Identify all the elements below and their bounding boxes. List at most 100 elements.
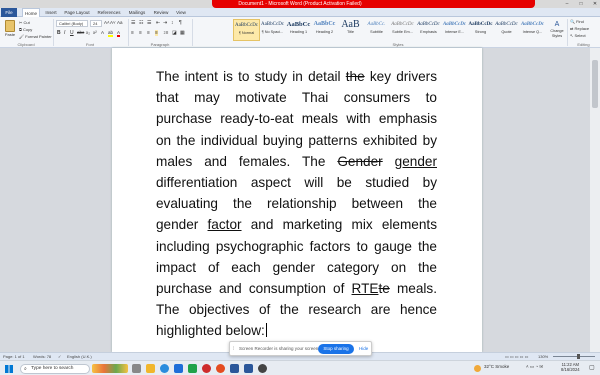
scrollbar-thumb[interactable] (592, 60, 598, 108)
deleted-text: the (345, 69, 365, 84)
maximize-icon[interactable]: □ (574, 0, 588, 8)
notification-icon[interactable]: ▢ (589, 364, 595, 371)
share-message: Screen Recorder is sharing your screen. (239, 346, 320, 351)
tab-page-layout[interactable]: Page Layout (62, 8, 92, 17)
tab-view[interactable]: View (174, 8, 188, 17)
justify-icon[interactable]: ≡ (155, 30, 158, 36)
zoom-level[interactable]: 130% (538, 354, 548, 359)
line-spacing-icon[interactable]: ↕≡ (163, 30, 168, 36)
copy-button[interactable]: ⧉ Copy (19, 27, 32, 32)
style-preview: AaBbCcDc (520, 22, 545, 27)
decrease-indent-icon[interactable]: ⇤ (156, 20, 160, 26)
clock[interactable]: 11:22 AM 8/16/2024 (561, 362, 580, 372)
underline-icon[interactable]: U (70, 30, 74, 36)
font-name-select[interactable]: Calibri (Body) (56, 20, 88, 27)
multilevel-list-icon[interactable]: ☰ (147, 20, 151, 26)
style-name: Quote (501, 30, 512, 34)
bold-icon[interactable]: B (57, 30, 61, 36)
divider (53, 19, 54, 46)
italic-icon[interactable]: I (64, 30, 65, 36)
edge-icon[interactable] (160, 364, 169, 373)
highlight-icon[interactable]: ab (108, 30, 114, 37)
minimize-icon[interactable]: – (560, 0, 574, 8)
file-explorer-icon[interactable] (146, 364, 155, 373)
style-intense-emphasis[interactable]: AaBbCcDc Intense E... (441, 19, 468, 41)
tab-home[interactable]: Home (22, 8, 40, 17)
chrome-profile-icon[interactable] (216, 364, 225, 373)
weather-text[interactable]: 32°C Smoke (484, 364, 509, 369)
windows-start-icon[interactable] (5, 365, 13, 373)
word-window-icon[interactable] (244, 364, 253, 373)
tab-review[interactable]: Review (151, 8, 171, 17)
screen-recorder-icon[interactable] (258, 364, 267, 373)
show-marks-icon[interactable]: ¶ (179, 20, 182, 26)
style-emphasis[interactable]: AaBbCcDc Emphasis (415, 19, 442, 41)
shading-icon[interactable]: ◪ (172, 30, 177, 36)
style-preview: AaBbCcDc (495, 22, 518, 27)
proofing-icon[interactable]: ✓ (58, 354, 61, 359)
increase-indent-icon[interactable]: ⇥ (163, 20, 167, 26)
style-subtitle[interactable]: AaBbCc. Subtitle (363, 19, 390, 41)
chrome-icon[interactable] (202, 364, 211, 373)
format-painter-button[interactable]: 🖌 Format Painter (19, 34, 52, 39)
whatsapp-icon[interactable] (188, 364, 197, 373)
zoom-slider-thumb[interactable] (577, 354, 580, 359)
store-icon[interactable] (174, 364, 183, 373)
find-button[interactable]: 🔍 Find (570, 19, 584, 24)
replace-button[interactable]: ⇄ Replace (570, 26, 589, 31)
paste-button[interactable]: Paste (3, 19, 17, 41)
tab-references[interactable]: References (95, 8, 123, 17)
style-preview: AaBbCcDc (391, 22, 414, 27)
numbering-icon[interactable]: ☷ (139, 20, 143, 26)
grow-font-icon[interactable]: A˄ (104, 20, 110, 25)
align-left-icon[interactable]: ≡ (131, 30, 134, 36)
word-icon[interactable] (230, 364, 239, 373)
text-effects-icon[interactable]: A (101, 30, 104, 35)
document-page[interactable]: The intent is to study in detail the key… (112, 48, 482, 352)
align-center-icon[interactable]: ≡ (139, 30, 142, 36)
style-title[interactable]: AaB Title (337, 19, 364, 41)
tab-file[interactable]: File (1, 8, 17, 17)
style-intense-quote[interactable]: AaBbCcDc Intense Q... (519, 19, 546, 41)
paste-label: Paste (4, 32, 16, 37)
style-normal[interactable]: AaBbCcDc ¶ Normal (233, 19, 260, 41)
share-grip-icon[interactable]: ⁞ (233, 346, 234, 352)
tab-insert[interactable]: Insert (43, 8, 59, 17)
close-icon[interactable]: ✕ (588, 0, 600, 8)
text-run (383, 154, 395, 169)
hide-button[interactable]: Hide (359, 346, 368, 351)
cut-button[interactable]: ✂ Cut (19, 20, 30, 25)
word-count[interactable]: Words: 78 (33, 354, 51, 359)
strikethrough-icon[interactable]: abc (77, 30, 84, 35)
bullets-icon[interactable]: ☰ (131, 20, 135, 26)
select-button[interactable]: ↖ Select (570, 33, 586, 38)
subscript-icon[interactable]: x₂ (86, 30, 90, 35)
language-indicator[interactable]: English (U.K.) (67, 354, 92, 359)
style-strong[interactable]: AaBbCcDc Strong (467, 19, 494, 41)
system-tray-icons[interactable]: ˄ ▭ ◔ ✉ (526, 364, 543, 370)
align-right-icon[interactable]: ≡ (147, 30, 150, 36)
style-name: ¶ No Spaci... (261, 30, 284, 34)
clear-format-icon[interactable]: Aa (117, 20, 123, 25)
style-no-spacing[interactable]: AaBbCcDc ¶ No Spaci... (259, 19, 286, 41)
style-preview: AaB (341, 19, 360, 30)
tab-mailings[interactable]: Mailings (126, 8, 148, 17)
style-heading-1[interactable]: AaBbCc Heading 1 (285, 19, 312, 41)
change-styles-button[interactable]: A Change Styles (548, 20, 566, 40)
shrink-font-icon[interactable]: A˅ (110, 20, 116, 25)
task-view-icon[interactable] (132, 364, 141, 373)
zoom-slider[interactable] (553, 356, 595, 357)
superscript-icon[interactable]: x² (93, 30, 97, 35)
stop-sharing-button[interactable]: Stop sharing (318, 344, 354, 354)
sort-icon[interactable]: ↕ (171, 20, 174, 26)
font-size-select[interactable]: 24 (90, 20, 102, 27)
font-color-icon[interactable]: A (117, 30, 121, 37)
style-quote[interactable]: AaBbCcDc Quote (493, 19, 520, 41)
style-heading-2[interactable]: AaBbCc Heading 2 (311, 19, 338, 41)
view-buttons-icon[interactable]: ▭ ▭ ▭ ▭ ▭ (505, 354, 528, 359)
page-count[interactable]: Page: 1 of 1 (3, 354, 25, 359)
taskbar-search-box[interactable]: ⌕ Type here to search (20, 364, 90, 374)
document-paragraph[interactable]: The intent is to study in detail the key… (156, 66, 437, 342)
style-subtle-emphasis[interactable]: AaBbCcDc Subtle Em... (389, 19, 416, 41)
borders-icon[interactable]: ▦ (180, 30, 185, 36)
